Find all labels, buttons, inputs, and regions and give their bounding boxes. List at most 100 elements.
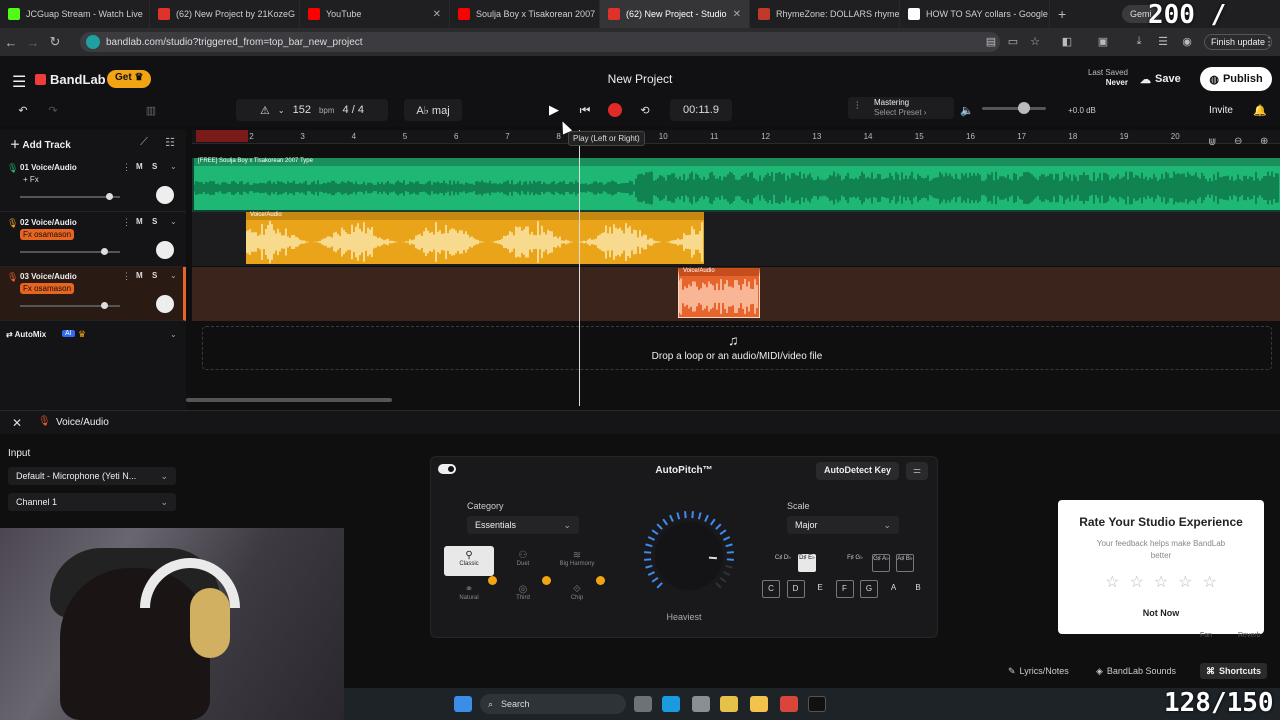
pan-knob[interactable] (156, 241, 174, 259)
timeline-ruler[interactable]: 1234567891011121314151617181920 (192, 130, 1280, 144)
autodetect-key-button[interactable]: AutoDetect Key (816, 462, 900, 480)
solo-button[interactable]: S (152, 217, 157, 226)
autopitch-toggle[interactable] (438, 464, 456, 474)
more-options-icon[interactable]: ⋮ (122, 162, 131, 173)
tab-close-icon[interactable]: ✕ (433, 9, 441, 20)
chevron-down-icon[interactable]: ⌄ (278, 106, 285, 115)
project-title[interactable]: New Project (540, 72, 740, 86)
mute-button[interactable]: M (136, 162, 143, 171)
audio-clip-vocal-2[interactable]: Voice/Audio (246, 212, 704, 264)
mute-button[interactable]: M (136, 217, 143, 226)
volume-icon[interactable]: 🔈 (960, 99, 974, 121)
sidepanel-icon[interactable]: ▣ (1096, 35, 1110, 49)
undo-icon[interactable]: ↶ (14, 99, 32, 121)
taskbar-search[interactable]: ⌕ Search (480, 694, 626, 714)
browser-tab[interactable]: RhymeZone: DOLLARS rhyme✕ (750, 0, 900, 28)
browser-tab[interactable]: (62) New Project - Studio ✕ (600, 0, 750, 28)
fader-handle[interactable] (101, 302, 108, 309)
get-membership-button[interactable]: Get ♛ (107, 70, 152, 88)
mute-button[interactable]: M (136, 271, 143, 280)
scale-key-natural[interactable]: B (909, 580, 927, 598)
more-options-icon[interactable]: ⋮ (122, 271, 131, 282)
back-icon[interactable]: ← (0, 35, 22, 50)
automix-chevron-icon[interactable]: ⌄ (170, 330, 177, 339)
not-now-button[interactable]: Not Now (1058, 608, 1264, 618)
preset-big-harmony[interactable]: ≋ Big Harmony (552, 546, 602, 576)
star-rating[interactable]: ☆☆☆☆☆ (1058, 572, 1264, 592)
reload-icon[interactable]: ↻ (44, 34, 66, 50)
reader-icon[interactable]: ▤ (984, 35, 998, 49)
publish-button[interactable]: ◍ Publish (1200, 67, 1272, 91)
loop-icon[interactable]: ⟲ (636, 99, 654, 121)
bandlab-logo[interactable]: BandLab (35, 72, 106, 87)
scale-key-natural[interactable]: G (860, 580, 878, 598)
download-icon[interactable]: ⤓ (1132, 35, 1146, 49)
save-button[interactable]: ☁ Save (1134, 68, 1192, 90)
menu-list-icon[interactable]: ☰ (1156, 35, 1170, 49)
magnet-snap-icon[interactable]: ⋓ (1208, 137, 1216, 148)
timeline-scrollbar[interactable] (186, 398, 392, 402)
scale-key-natural[interactable]: A (885, 580, 903, 598)
tiktok-icon[interactable] (808, 696, 826, 712)
time-signature[interactable]: 4 / 4 (343, 104, 364, 116)
track-fx-badge[interactable]: Fx osamason (20, 229, 75, 240)
profile-icon[interactable]: ◉ (1180, 35, 1194, 49)
scale-key-natural[interactable]: C (762, 580, 780, 598)
app-icon[interactable] (780, 696, 798, 712)
chevron-down-icon[interactable]: ⌄ (170, 162, 177, 171)
lyrics-notes-button[interactable]: ✎ Lyrics/Notes (1002, 663, 1075, 679)
zoom-in-icon[interactable]: ⊕ (1260, 136, 1268, 147)
track-fx-badge[interactable]: Fx osamason (20, 283, 75, 294)
forward-icon[interactable]: → (22, 35, 44, 50)
master-volume-slider[interactable] (982, 107, 1046, 110)
fader-handle[interactable] (106, 193, 113, 200)
browser-tab[interactable]: (62) New Project by 21KozeG✕ (150, 0, 300, 28)
pan-knob[interactable] (156, 295, 174, 313)
scale-key-natural[interactable]: F (835, 580, 854, 598)
tempo-value[interactable]: 152 (293, 104, 311, 116)
cast-icon[interactable]: ▭ (1006, 35, 1020, 49)
audio-clip-beat[interactable]: [FREE] Soulja Boy x Tisakorean 2007 Type (194, 158, 1280, 210)
extensions-icon[interactable]: ◧ (1060, 35, 1074, 49)
track-header[interactable]: 🎙 03 Voice/Audio Fx osamason ⋮ M S ⌄ (0, 267, 186, 321)
automix-row[interactable]: ⇄ AutoMix (6, 330, 46, 339)
track-header[interactable]: 🎙 02 Voice/Audio Fx osamason ⋮ M S ⌄ (0, 213, 186, 267)
add-track-button[interactable]: ＋ Add Track (10, 136, 71, 151)
fader-handle[interactable] (101, 248, 108, 255)
chevron-down-icon[interactable]: ⌄ (170, 271, 177, 280)
scale-key-sharp[interactable]: G♯ A♭ (872, 554, 890, 572)
preset-classic[interactable]: ⚲ Classic (444, 546, 494, 576)
skip-to-start-icon[interactable]: ⏮ (576, 99, 594, 121)
edge-icon[interactable] (662, 696, 680, 712)
store-icon[interactable] (692, 696, 710, 712)
scale-key-sharp[interactable]: C♯ D♭ (774, 554, 792, 572)
browser-tab[interactable]: JCGuap Stream - Watch Live✕ (0, 0, 150, 28)
key-selector[interactable]: A♭ maj (404, 99, 462, 121)
track-volume-fader[interactable] (20, 196, 120, 198)
input-device-select[interactable]: Default - Microphone (Yeti N... ⌄ (8, 467, 176, 485)
site-info-icon[interactable] (86, 35, 100, 49)
track-header[interactable]: 🎙 01 Voice/Audio + Fx ⋮ M S ⌄ (0, 158, 186, 212)
preset-third[interactable]: ◎ Third (498, 580, 548, 610)
track-fx-badge[interactable]: + Fx (20, 174, 42, 185)
kebab-menu-icon[interactable]: ⋮ (1262, 35, 1276, 49)
autopitch-settings-icon[interactable]: ⚌ (906, 462, 928, 480)
bandlab-sounds-button[interactable]: ◈ BandLab Sounds (1090, 663, 1182, 679)
record-button[interactable] (608, 103, 622, 117)
mastering-selector[interactable]: ⫶ Mastering Select Preset › (848, 97, 954, 119)
browser-tab[interactable]: HOW TO SAY collars - Google✕ (900, 0, 1050, 28)
scale-select[interactable]: Major ⌄ (787, 516, 899, 534)
chevron-down-icon[interactable]: ⌄ (170, 217, 177, 226)
invite-button[interactable]: Invite (1202, 99, 1240, 121)
scale-key-sharp[interactable]: F♯ G♭ (846, 554, 864, 572)
browser-tab[interactable]: Soulja Boy x Tisakorean 2007✕ (450, 0, 600, 28)
shortcuts-button[interactable]: ⌘ Shortcuts (1200, 663, 1268, 679)
more-options-icon[interactable]: ⋮ (122, 217, 131, 228)
loop-region[interactable] (196, 130, 248, 142)
play-button[interactable]: ▶ (544, 99, 564, 121)
pan-knob[interactable] (156, 186, 174, 204)
preset-natural[interactable]: ⚭ Natural (444, 580, 494, 610)
playhead[interactable] (579, 130, 580, 406)
volume-slider-handle[interactable] (1018, 102, 1030, 114)
track-name[interactable]: 02 Voice/Audio (20, 218, 77, 227)
